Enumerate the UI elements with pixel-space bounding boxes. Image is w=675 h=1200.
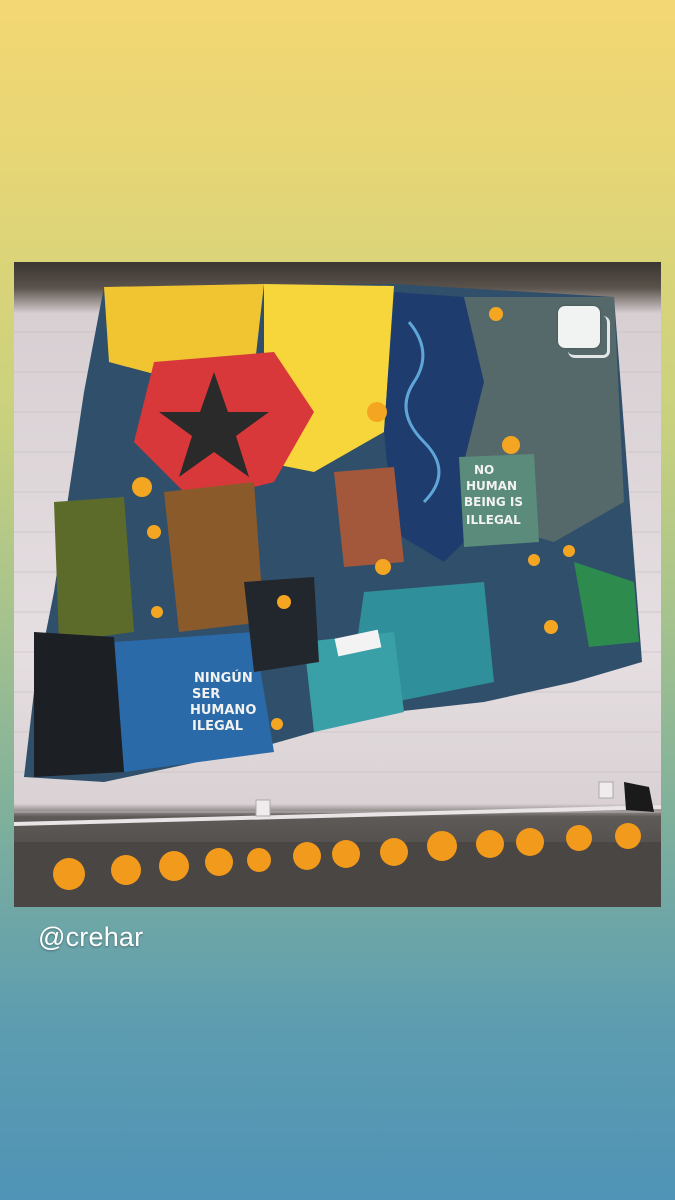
svg-text:NO: NO [474, 463, 494, 477]
svg-text:NINGÚN: NINGÚN [194, 670, 253, 686]
square-sticker-icon [558, 306, 610, 358]
svg-text:ILLEGAL: ILLEGAL [466, 513, 521, 527]
user-mention[interactable]: @crehar [38, 922, 143, 953]
svg-text:SER: SER [192, 687, 220, 702]
svg-text:HUMANO: HUMANO [190, 703, 256, 718]
svg-text:HUMAN: HUMAN [466, 479, 517, 493]
story-photo: NO HUMAN BEING IS ILLEGAL NINGÚN SER HUM… [14, 262, 661, 907]
svg-text:BEING IS: BEING IS [464, 495, 523, 509]
svg-text:ILEGAL: ILEGAL [192, 719, 243, 734]
